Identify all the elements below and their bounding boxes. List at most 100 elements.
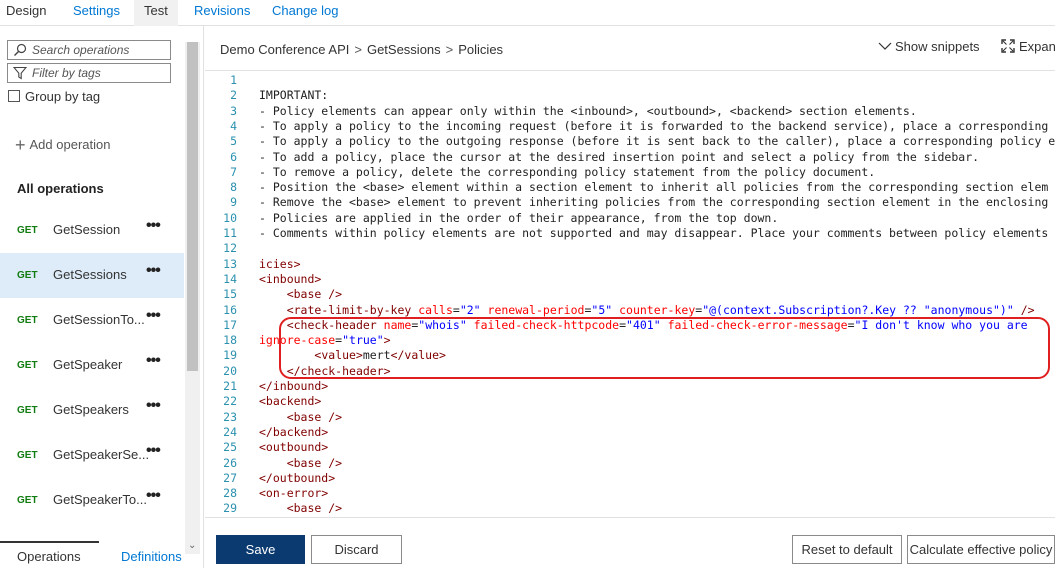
operation-item[interactable]: GET GetSpeaker ••• bbox=[0, 343, 184, 388]
tab-operations[interactable]: Operations bbox=[0, 541, 99, 568]
http-method-badge: GET bbox=[17, 360, 38, 371]
code-token: > bbox=[383, 333, 391, 348]
http-method-badge: GET bbox=[17, 405, 38, 416]
group-by-tag-toggle[interactable]: Group by tag bbox=[8, 89, 100, 104]
code-token: <base /> bbox=[286, 455, 343, 470]
code-token: </check-header> bbox=[286, 363, 391, 378]
filter-input[interactable] bbox=[32, 65, 168, 81]
code-line: 18 ignore-case="true"> bbox=[205, 333, 1055, 348]
code-text: </inbound> bbox=[259, 379, 328, 393]
show-snippets-button[interactable]: Show snippets bbox=[878, 39, 980, 54]
tab-revisions[interactable]: Revisions bbox=[194, 3, 250, 18]
operation-item[interactable]: GET GetSession ••• bbox=[0, 208, 184, 253]
tab-design[interactable]: Design bbox=[6, 3, 46, 18]
http-method-badge: GET bbox=[17, 315, 38, 326]
breadcrumb: Demo Conference API > GetSessions > Policies bbox=[220, 42, 503, 57]
expand-icon bbox=[1001, 39, 1015, 53]
code-token: - Policy elements can appear only within… bbox=[259, 103, 917, 118]
discard-button[interactable]: Discard bbox=[311, 535, 402, 564]
calculate-effective-policy-button[interactable]: Calculate effective policy bbox=[907, 535, 1055, 564]
save-button[interactable]: Save bbox=[216, 535, 305, 564]
line-number: 26 bbox=[223, 455, 237, 470]
scrollbar-thumb[interactable] bbox=[187, 42, 198, 371]
sidebar-scrollbar[interactable]: ⌄ bbox=[185, 42, 200, 554]
more-options-icon[interactable]: ••• bbox=[146, 442, 161, 460]
code-token: <backend> bbox=[259, 394, 322, 409]
operation-item[interactable]: GET GetSessionTo... ••• bbox=[0, 298, 184, 343]
code-text: </backend> bbox=[259, 425, 328, 439]
operation-item[interactable]: GET GetSessions ••• bbox=[0, 253, 184, 298]
breadcrumb-api[interactable]: Demo Conference API bbox=[220, 42, 349, 57]
operation-name: GetSpeakers bbox=[53, 402, 129, 417]
tab-settings[interactable]: Settings bbox=[73, 3, 120, 18]
tab-test[interactable]: Test bbox=[134, 0, 178, 26]
code-token: <inbound> bbox=[259, 271, 322, 286]
code-token: - Policies are applied in the order of t… bbox=[259, 210, 779, 225]
line-number: 24 bbox=[223, 424, 237, 439]
code-line: 1 bbox=[205, 73, 1055, 88]
search-operations-box[interactable] bbox=[7, 40, 171, 60]
code-line: 13 icies> bbox=[205, 257, 1055, 272]
line-number: 27 bbox=[223, 470, 237, 485]
code-token: <base /> bbox=[286, 287, 343, 302]
code-line: 15 <base /> bbox=[205, 287, 1055, 302]
code-token: failed-check-error-message bbox=[660, 317, 848, 332]
code-token: <rate-limit-by-key bbox=[286, 302, 412, 317]
group-by-tag-checkbox[interactable] bbox=[8, 90, 20, 102]
code-text: <check-header name = "whois" failed-check-… bbox=[259, 318, 1028, 332]
code-token: icies> bbox=[259, 256, 301, 271]
line-number: 12 bbox=[223, 241, 237, 256]
code-token: </inbound> bbox=[259, 379, 329, 393]
more-options-icon[interactable]: ••• bbox=[146, 307, 161, 325]
search-input[interactable] bbox=[32, 42, 168, 58]
code-line: 14 <inbound> bbox=[205, 272, 1055, 287]
operation-name: GetSpeakerSe... bbox=[53, 447, 150, 462]
code-token: calls bbox=[411, 302, 453, 317]
chevron-down-icon bbox=[878, 42, 892, 50]
operation-item[interactable]: GET GetSpeakerTo... ••• bbox=[0, 478, 184, 523]
reset-to-default-button[interactable]: Reset to default bbox=[792, 535, 902, 564]
code-line: 10 - Policies are applied in the order of… bbox=[205, 211, 1055, 226]
more-options-icon[interactable]: ••• bbox=[146, 352, 161, 370]
operation-item[interactable]: GET GetSpeakerSe... ••• bbox=[0, 433, 184, 478]
code-line: 27 </outbound> bbox=[205, 471, 1055, 486]
code-text: <outbound> bbox=[259, 440, 328, 454]
code-text: - Policies are applied in the order of t… bbox=[259, 211, 778, 225]
group-by-tag-label: Group by tag bbox=[25, 89, 101, 104]
more-options-icon[interactable]: ••• bbox=[146, 487, 161, 505]
breadcrumb-operation[interactable]: GetSessions bbox=[367, 42, 441, 57]
code-text: </outbound> bbox=[259, 471, 335, 485]
code-token: - Comments within policy elements are no… bbox=[259, 226, 1049, 240]
line-number: 25 bbox=[223, 440, 237, 455]
tab-definitions[interactable]: Definitions bbox=[121, 549, 182, 564]
operation-name: GetSpeaker bbox=[53, 357, 123, 372]
code-token: ignore-case bbox=[259, 333, 336, 348]
code-line: 6 - To add a policy, place the cursor at … bbox=[205, 150, 1055, 165]
line-number: 9 bbox=[230, 195, 237, 210]
code-line: 12 bbox=[205, 241, 1055, 256]
operation-name: GetSession bbox=[53, 222, 121, 237]
line-number: 22 bbox=[223, 394, 237, 409]
filter-by-tags-box[interactable] bbox=[7, 63, 171, 83]
http-method-badge: GET bbox=[17, 450, 38, 461]
line-number: 10 bbox=[223, 210, 237, 225]
policy-code-editor[interactable]: 1 2 IMPORTANT: 3 - Policy elements can appea… bbox=[205, 70, 1055, 518]
code-line: 24 </backend> bbox=[205, 425, 1055, 440]
more-options-icon[interactable]: ••• bbox=[146, 217, 161, 235]
expand-button[interactable]: Expand bbox=[1001, 39, 1055, 54]
code-text: - To apply a policy to the outgoing resp… bbox=[259, 134, 1055, 148]
tab-change-log[interactable]: Change log bbox=[272, 3, 339, 18]
top-tab-bar-right: Revisions Change log bbox=[194, 0, 1055, 26]
code-line: 5 - To apply a policy to the outgoing res… bbox=[205, 134, 1055, 149]
code-text: <rate-limit-by-key calls="2" renewal-per… bbox=[259, 303, 1035, 317]
add-operation-button[interactable]: + Add operation bbox=[15, 135, 110, 156]
code-token: IMPORTANT: bbox=[259, 88, 329, 103]
more-options-icon[interactable]: ••• bbox=[146, 262, 161, 280]
operations-list: GET GetSession ••• GET GetSessions ••• GET GetS… bbox=[0, 208, 184, 523]
operation-item[interactable]: GET GetSpeakers ••• bbox=[0, 388, 184, 433]
code-token: - Position the <base> element within a s… bbox=[259, 180, 1049, 195]
code-line: 29 <base /> bbox=[205, 501, 1055, 516]
more-options-icon[interactable]: ••• bbox=[146, 397, 161, 415]
